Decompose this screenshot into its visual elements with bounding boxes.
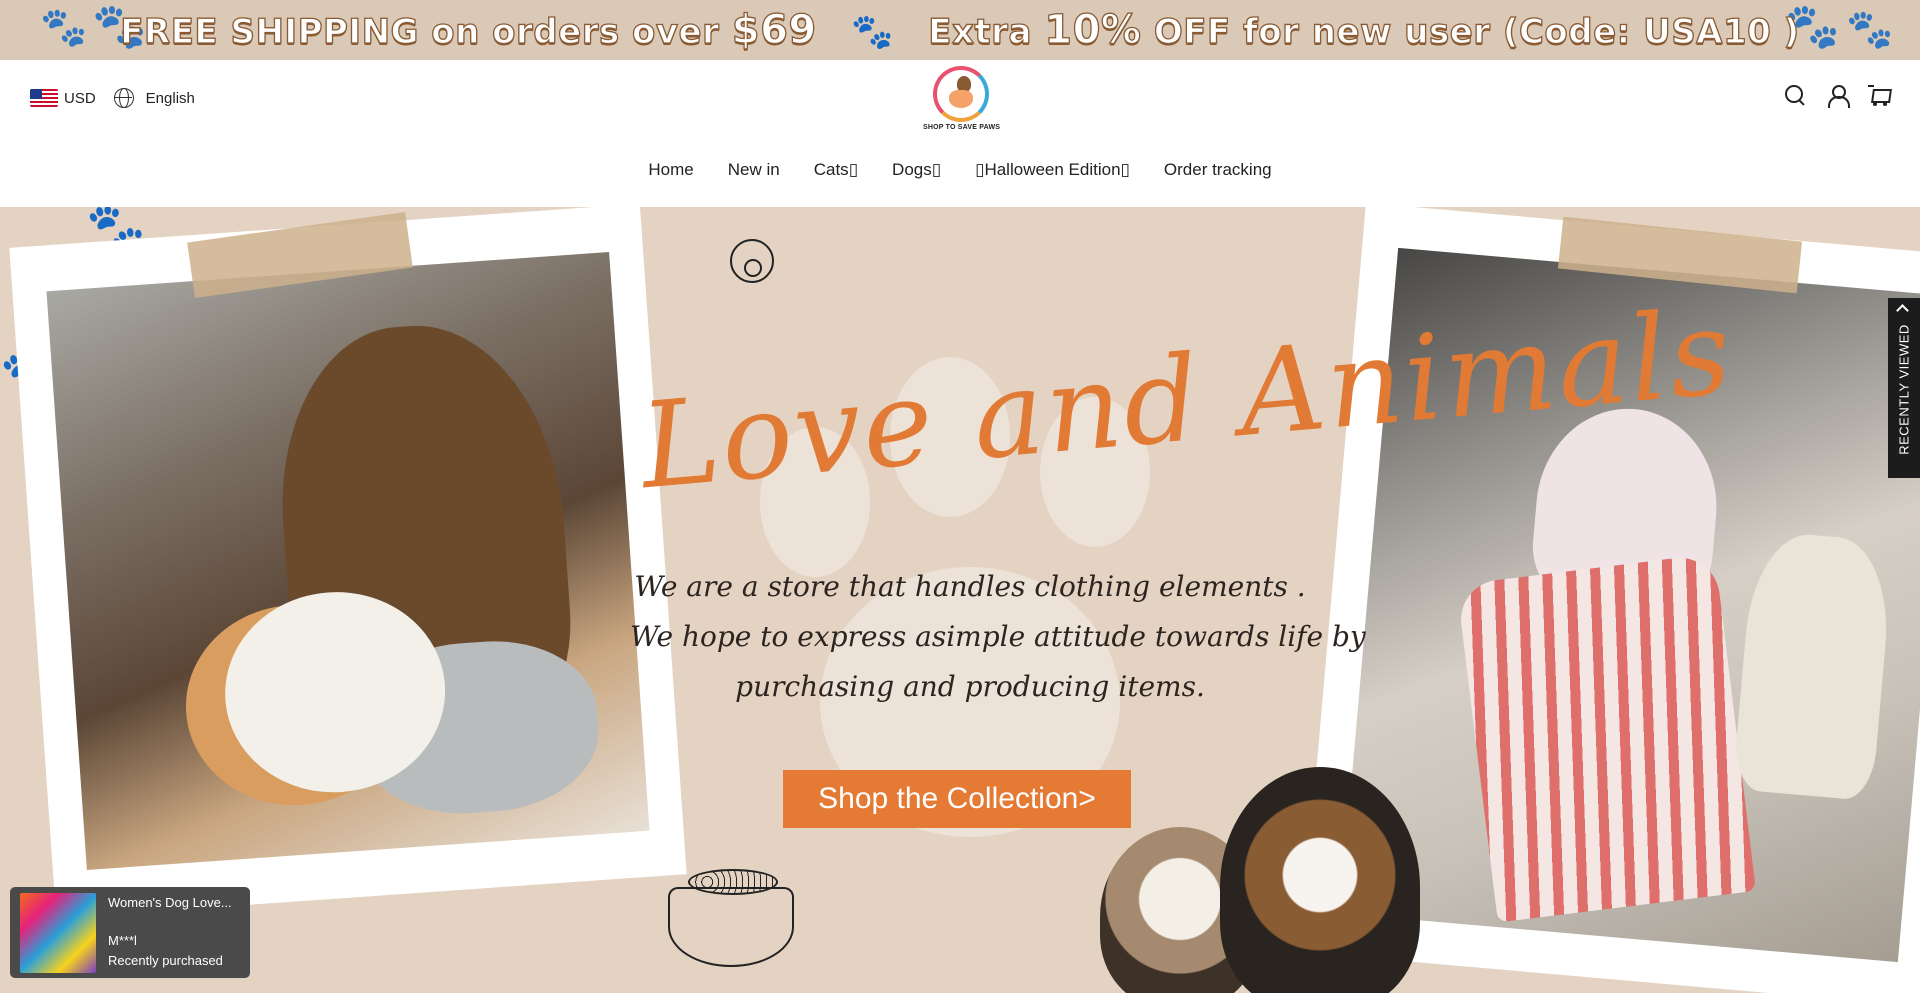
cat-and-dog-image bbox=[1080, 767, 1440, 993]
nav-item-cats[interactable]: Cats▯ bbox=[814, 160, 858, 180]
logo-text: SHOP TO SAVE PAWS bbox=[923, 124, 1001, 131]
announcement-code: (Code: USA10 ) bbox=[1502, 11, 1800, 52]
nav-item-home[interactable]: Home bbox=[648, 160, 693, 180]
paw-icon: 🐾 bbox=[851, 12, 894, 52]
site-header: USD English SHOP TO SAVE PAWS Home New i… bbox=[0, 60, 1920, 207]
announcement-offer: OFF for new user bbox=[1153, 11, 1491, 52]
nav-item-halloween-label: Halloween Edition bbox=[984, 160, 1121, 179]
logo-mark bbox=[933, 66, 989, 122]
user-icon[interactable] bbox=[1826, 84, 1850, 108]
announcement-bar: 🐾 🐾 🐾 🐾 FREE SHIPPING on orders over $69… bbox=[0, 0, 1920, 60]
announcement-extra: Extra bbox=[928, 11, 1032, 52]
hero-subtitle: We are a store that handles clothing ele… bbox=[630, 562, 1366, 712]
purchase-product-name: Women's Dog Love... bbox=[108, 895, 232, 910]
hero-banner: 🐾 🐾 🐾 🐾 Love and Animals We are a store … bbox=[0, 207, 1920, 993]
globe-icon[interactable] bbox=[113, 88, 134, 108]
nav-item-halloween[interactable]: ▯Halloween Edition▯ bbox=[975, 160, 1130, 180]
girl-cat-image bbox=[46, 252, 650, 870]
hero-subtitle-line: purchasing and producing items. bbox=[735, 670, 1205, 703]
purchase-user: M***l bbox=[108, 933, 137, 948]
bowl-icon bbox=[668, 869, 794, 967]
announcement-text: FREE SHIPPING on orders over $69 🐾 Extra… bbox=[0, 6, 1920, 53]
flag-us-icon[interactable] bbox=[30, 89, 58, 107]
announcement-shipping: FREE SHIPPING on orders over bbox=[120, 11, 720, 52]
photo-girl-with-cat bbox=[15, 210, 681, 912]
chevron-up-icon bbox=[1896, 304, 1909, 317]
shop-collection-button[interactable]: Shop the Collection> bbox=[783, 770, 1131, 828]
nav-item-order-tracking[interactable]: Order tracking bbox=[1164, 160, 1272, 180]
language-selector[interactable]: English bbox=[146, 90, 195, 107]
bell-icon bbox=[730, 239, 774, 283]
hero-subtitle-line: We hope to express asimple attitude towa… bbox=[630, 620, 1366, 653]
main-nav: Home New in Cats▯ Dogs▯ ▯Halloween Editi… bbox=[0, 160, 1920, 180]
purchase-status: Recently purchased bbox=[108, 953, 223, 968]
nav-item-cats-label: Cats bbox=[813, 160, 849, 179]
recently-viewed-tab[interactable]: RECENTLY VIEWED bbox=[1888, 298, 1920, 478]
nav-item-dogs-label: Dogs bbox=[892, 160, 932, 179]
nav-item-dogs[interactable]: Dogs▯ bbox=[892, 160, 941, 180]
nav-item-new-in[interactable]: New in bbox=[728, 160, 780, 180]
announcement-price: $69 bbox=[731, 6, 817, 53]
announcement-percent: 10% bbox=[1044, 6, 1142, 53]
recent-purchase-popup[interactable]: Women's Dog Love... M***l Recently purch… bbox=[10, 887, 250, 978]
cart-icon[interactable] bbox=[1868, 84, 1890, 106]
site-logo[interactable]: SHOP TO SAVE PAWS bbox=[923, 66, 1001, 138]
search-icon[interactable] bbox=[1784, 84, 1806, 106]
product-thumbnail bbox=[20, 893, 96, 973]
hero-subtitle-line: We are a store that handles clothing ele… bbox=[634, 570, 1306, 603]
currency-selector[interactable]: USD bbox=[64, 90, 96, 107]
locale-selector: USD English bbox=[30, 88, 195, 108]
header-actions bbox=[1784, 84, 1890, 108]
recently-viewed-label: RECENTLY VIEWED bbox=[1896, 324, 1912, 455]
